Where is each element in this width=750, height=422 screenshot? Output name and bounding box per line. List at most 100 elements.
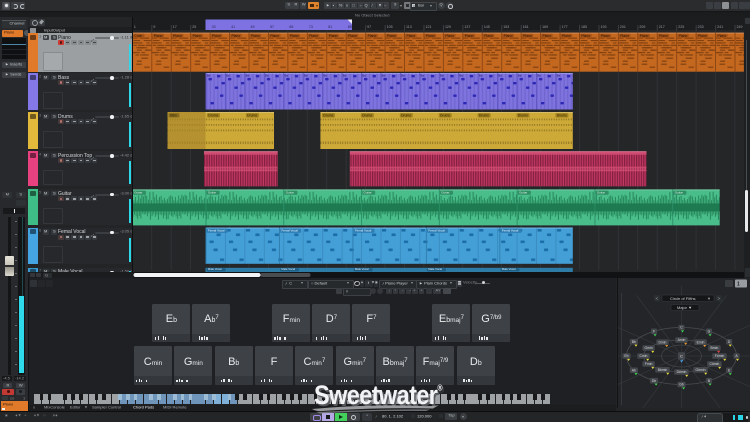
svg-text:F: F (653, 330, 655, 334)
svg-text:Piano: Piano (348, 34, 357, 38)
svg-text:81: 81 (328, 25, 332, 29)
svg-text:Ba: Ba (343, 74, 347, 78)
svg-text:Piano: Piano (406, 34, 415, 38)
svg-text:33: 33 (212, 25, 216, 29)
svg-text:121: 121 (426, 25, 432, 29)
svg-text:Db: Db (652, 379, 656, 383)
svg-text:41: 41 (231, 25, 235, 29)
svg-text:Piano: Piano (581, 34, 590, 38)
svg-text:169: 169 (542, 25, 548, 29)
svg-text:Bb: Bb (632, 340, 636, 344)
svg-text:Femal Vocal: Femal Vocal (355, 229, 372, 233)
svg-text:Ba: Ba (323, 74, 327, 78)
svg-text:Femal Vocal: Femal Vocal (281, 229, 298, 233)
svg-text:Femal Vocal: Femal Vocal (208, 229, 225, 233)
svg-text:17: 17 (173, 25, 177, 29)
svg-text:Ba: Ba (265, 74, 269, 78)
svg-text:Piano: Piano (309, 34, 318, 38)
svg-text:G: G (708, 330, 711, 334)
svg-text:Piano: Piano (718, 34, 727, 38)
svg-text:Piano: Piano (523, 34, 532, 38)
svg-text:Drums: Drums (479, 113, 489, 117)
svg-text:Drums: Drums (440, 113, 450, 117)
svg-text:Bbmin: Bbmin (658, 368, 668, 372)
svg-text:Amin: Amin (678, 338, 686, 342)
svg-text:Ba: Ba (518, 74, 522, 78)
svg-text:Ab: Ab (632, 368, 636, 372)
svg-text:145: 145 (484, 25, 490, 29)
svg-text:Ba: Ba (479, 74, 483, 78)
svg-text:9: 9 (153, 25, 155, 29)
svg-text:Drums: Drums (362, 113, 372, 117)
svg-text:Drums: Drums (557, 113, 567, 117)
svg-text:225: 225 (678, 25, 684, 29)
svg-text:Piano: Piano (601, 34, 610, 38)
svg-text:Major ▼: Major ▼ (677, 305, 692, 310)
svg-text:Piano: Piano (679, 34, 688, 38)
svg-text:Piano: Piano (251, 34, 260, 38)
svg-text:Ba: Ba (459, 74, 463, 78)
svg-text:Intro: Intro (170, 113, 177, 117)
svg-text:Ba: Ba (557, 74, 561, 78)
svg-text:Male Vocal: Male Vocal (502, 267, 516, 271)
svg-text:Piano: Piano (193, 34, 202, 38)
svg-text:25: 25 (192, 25, 196, 29)
svg-text:G#min: G#min (696, 368, 706, 372)
svg-text:Piano: Piano (173, 34, 182, 38)
svg-text:193: 193 (600, 25, 606, 29)
svg-text:Ba: Ba (246, 74, 250, 78)
svg-text:Piano: Piano (368, 34, 377, 38)
svg-text:Piano: Piano (504, 34, 513, 38)
svg-text:105: 105 (387, 25, 393, 29)
svg-text:Drums: Drums (518, 113, 528, 117)
svg-text:Emin: Emin (697, 340, 705, 344)
svg-text:Bmin: Bmin (711, 346, 719, 350)
svg-text:Guitar: Guitar (597, 191, 605, 195)
svg-text:161: 161 (523, 25, 529, 29)
svg-text:Piano: Piano (270, 34, 279, 38)
svg-text:89: 89 (348, 25, 352, 29)
svg-text:Male Vocal: Male Vocal (355, 267, 369, 271)
svg-text:Guitar: Guitar (441, 191, 449, 195)
svg-text:113: 113 (406, 25, 412, 29)
svg-text:Piano: Piano (562, 34, 571, 38)
svg-text:Circle of Fifths: Circle of Fifths (670, 296, 696, 301)
svg-text:D#min: D#min (677, 370, 687, 374)
svg-text:Male Vocal: Male Vocal (208, 267, 222, 271)
svg-text:Femal Vocal: Femal Vocal (428, 229, 445, 233)
svg-text:Piano: Piano (484, 34, 493, 38)
svg-text:209: 209 (639, 25, 645, 29)
svg-text:Ba: Ba (440, 74, 444, 78)
svg-text:▼: ▼ (707, 296, 711, 301)
svg-text:Piano: Piano (290, 34, 299, 38)
svg-text:Piano: Piano (543, 34, 552, 38)
svg-text:1: 1 (737, 282, 740, 288)
svg-text:Guitar: Guitar (675, 191, 683, 195)
svg-text:Piano: Piano (232, 34, 241, 38)
svg-text:Piano: Piano (659, 34, 668, 38)
svg-text:C#min: C#min (710, 362, 720, 366)
svg-text:201: 201 (620, 25, 626, 29)
svg-text:Piano: Piano (445, 34, 454, 38)
svg-text:Guitar: Guitar (364, 191, 372, 195)
svg-text:Piano: Piano (465, 34, 474, 38)
svg-text:241: 241 (717, 25, 723, 29)
svg-text:Piano: Piano (387, 34, 396, 38)
svg-text:65: 65 (289, 25, 293, 29)
svg-text:57: 57 (270, 25, 274, 29)
svg-text:177: 177 (562, 25, 568, 29)
svg-text:185: 185 (581, 25, 587, 29)
svg-text:Drums: Drums (208, 113, 218, 117)
svg-text:Gb: Gb (679, 383, 684, 387)
svg-text:Piano: Piano (426, 34, 435, 38)
svg-text:Fmin: Fmin (645, 362, 653, 366)
svg-text:153: 153 (503, 25, 509, 29)
svg-text:49: 49 (251, 25, 255, 29)
svg-text:Piano: Piano (620, 34, 629, 38)
svg-text:1: 1 (134, 25, 136, 29)
svg-text:233: 233 (698, 25, 704, 29)
svg-text:73: 73 (309, 25, 313, 29)
svg-text:Ba: Ba (537, 74, 541, 78)
svg-text:Piano: Piano (698, 34, 707, 38)
svg-text:Femal Vocal: Femal Vocal (502, 229, 519, 233)
